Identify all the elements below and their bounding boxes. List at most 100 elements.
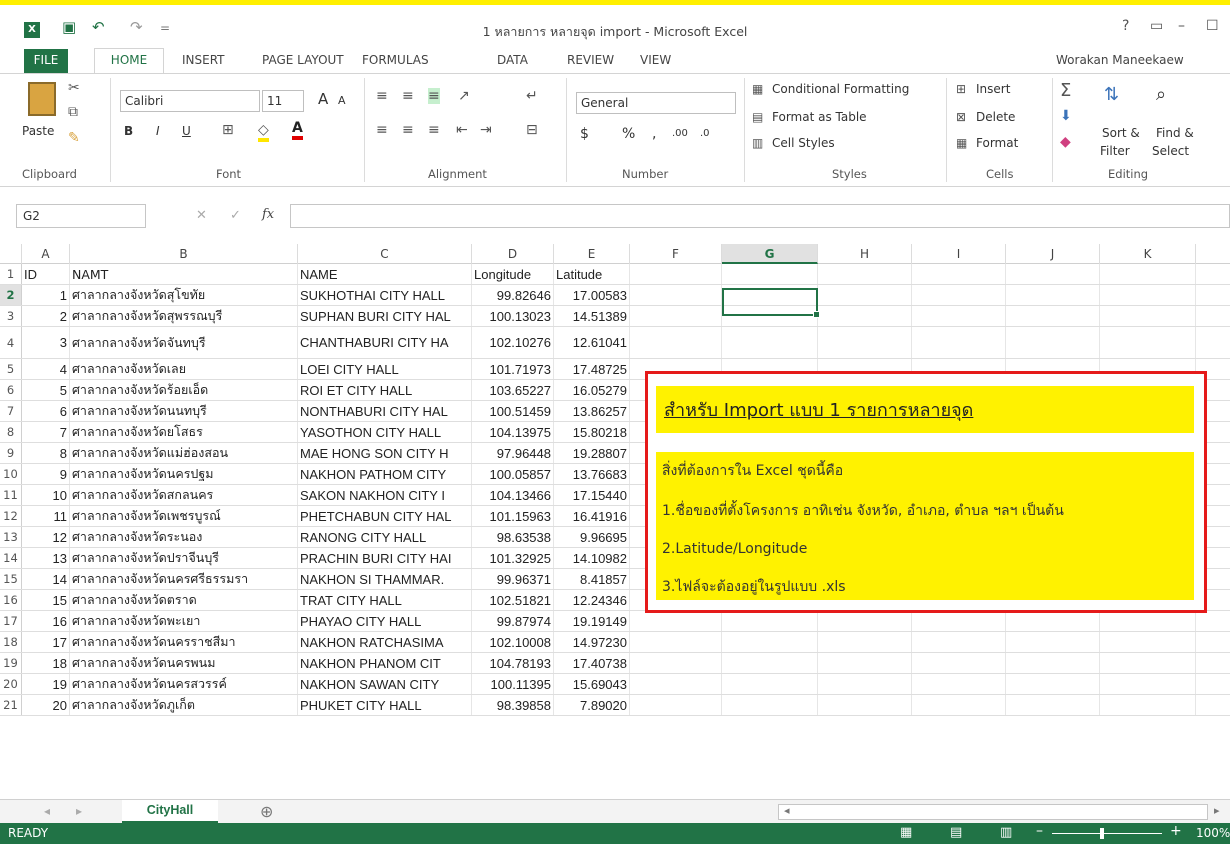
- empty-cell[interactable]: [630, 306, 722, 326]
- cell-a[interactable]: 17: [22, 632, 70, 652]
- cell-d[interactable]: 103.65227: [472, 380, 554, 400]
- cell-d[interactable]: 104.78193: [472, 653, 554, 673]
- zoom-slider[interactable]: [1052, 833, 1162, 834]
- orientation-icon[interactable]: ↗: [458, 88, 470, 104]
- empty-cell[interactable]: [1006, 327, 1100, 358]
- empty-cell[interactable]: [912, 674, 1006, 694]
- cell-b[interactable]: ศาลากลางจังหวัดจันทบุรี: [70, 327, 298, 358]
- cell-c[interactable]: PRACHIN BURI CITY HAI: [298, 548, 472, 568]
- increase-indent-icon[interactable]: ⇥: [480, 122, 492, 138]
- empty-cell[interactable]: [912, 306, 1006, 326]
- font-color-icon[interactable]: A: [292, 120, 303, 140]
- align-top-icon[interactable]: ≡: [376, 88, 388, 104]
- sort-filter-button[interactable]: Sort &: [1102, 126, 1140, 140]
- tab-home[interactable]: HOME: [94, 48, 164, 73]
- cell-c[interactable]: TRAT CITY HALL: [298, 590, 472, 610]
- cell-d[interactable]: 100.13023: [472, 306, 554, 326]
- cell-c[interactable]: NAKHON SI THAMMAR.: [298, 569, 472, 589]
- empty-cell[interactable]: [1100, 653, 1196, 673]
- tab-view[interactable]: VIEW: [640, 53, 671, 67]
- insert-function-icon[interactable]: fx: [262, 207, 274, 222]
- row-header[interactable]: 21: [0, 695, 22, 715]
- empty-cell[interactable]: [1006, 306, 1100, 326]
- row-header[interactable]: 19: [0, 653, 22, 673]
- cell-b[interactable]: ศาลากลางจังหวัดนนทบุรี: [70, 401, 298, 421]
- cell-d[interactable]: 100.51459: [472, 401, 554, 421]
- empty-cell[interactable]: [912, 327, 1006, 358]
- cell-d[interactable]: Longitude: [472, 264, 554, 284]
- cell-a[interactable]: 10: [22, 485, 70, 505]
- column-header-b[interactable]: B: [70, 244, 298, 264]
- cell-b[interactable]: NAMT: [70, 264, 298, 284]
- cell-styles-button[interactable]: Cell Styles: [772, 136, 835, 150]
- format-as-table-button[interactable]: Format as Table: [772, 110, 867, 124]
- tab-insert[interactable]: INSERT: [182, 53, 225, 67]
- empty-cell[interactable]: [630, 695, 722, 715]
- cell-c[interactable]: NONTHABURI CITY HAL: [298, 401, 472, 421]
- cell-d[interactable]: 102.10008: [472, 632, 554, 652]
- empty-cell[interactable]: [818, 327, 912, 358]
- italic-button[interactable]: I: [156, 124, 160, 138]
- cell-c[interactable]: NAKHON RATCHASIMA: [298, 632, 472, 652]
- cell-a[interactable]: 19: [22, 674, 70, 694]
- cell-c[interactable]: PHUKET CITY HALL: [298, 695, 472, 715]
- underline-button[interactable]: U: [182, 124, 191, 138]
- empty-cell[interactable]: [630, 264, 722, 284]
- empty-cell[interactable]: [818, 285, 912, 305]
- zoom-slider-thumb[interactable]: [1100, 828, 1104, 839]
- empty-cell[interactable]: [722, 264, 818, 284]
- tab-data[interactable]: DATA: [497, 53, 528, 67]
- empty-cell[interactable]: [1100, 632, 1196, 652]
- row-header[interactable]: 6: [0, 380, 22, 400]
- empty-cell[interactable]: [1006, 611, 1100, 631]
- empty-cell[interactable]: [1006, 695, 1100, 715]
- new-sheet-icon[interactable]: ⊕: [260, 802, 273, 821]
- column-header-c[interactable]: C: [298, 244, 472, 264]
- cell-b[interactable]: ศาลากลางจังหวัดนครพนม: [70, 653, 298, 673]
- merge-center-icon[interactable]: ⊟: [526, 122, 538, 138]
- row-header[interactable]: 7: [0, 401, 22, 421]
- cell-a[interactable]: 11: [22, 506, 70, 526]
- empty-cell[interactable]: [912, 695, 1006, 715]
- cell-c[interactable]: PHETCHABUN CITY HAL: [298, 506, 472, 526]
- row-header[interactable]: 18: [0, 632, 22, 652]
- delete-cells-button[interactable]: Delete: [976, 110, 1015, 124]
- cell-c[interactable]: SAKON NAKHON CITY I: [298, 485, 472, 505]
- row-header[interactable]: 15: [0, 569, 22, 589]
- column-header-g[interactable]: G: [722, 244, 818, 264]
- active-cell-g2[interactable]: [722, 288, 820, 318]
- cell-a[interactable]: 15: [22, 590, 70, 610]
- cell-b[interactable]: ศาลากลางจังหวัดนครสวรรค์: [70, 674, 298, 694]
- empty-cell[interactable]: [630, 285, 722, 305]
- cell-a[interactable]: ID: [22, 264, 70, 284]
- cell-a[interactable]: 3: [22, 327, 70, 358]
- page-break-view-icon[interactable]: ▥: [1000, 825, 1012, 840]
- row-header[interactable]: 14: [0, 548, 22, 568]
- cell-b[interactable]: ศาลากลางจังหวัดยโสธร: [70, 422, 298, 442]
- cell-d[interactable]: 102.10276: [472, 327, 554, 358]
- cut-icon[interactable]: ✂: [68, 80, 80, 96]
- cell-e[interactable]: 13.86257: [554, 401, 630, 421]
- zoom-out-icon[interactable]: –: [1036, 823, 1043, 839]
- empty-cell[interactable]: [912, 611, 1006, 631]
- ribbon-display-button[interactable]: ▭: [1150, 18, 1163, 34]
- empty-cell[interactable]: [818, 306, 912, 326]
- cell-b[interactable]: ศาลากลางจังหวัดสุโขทัย: [70, 285, 298, 305]
- row-header[interactable]: 13: [0, 527, 22, 547]
- row-header[interactable]: 4: [0, 327, 22, 358]
- font-name-box[interactable]: Calibri: [120, 90, 260, 112]
- cell-a[interactable]: 18: [22, 653, 70, 673]
- empty-cell[interactable]: [1100, 695, 1196, 715]
- scroll-right-icon[interactable]: ▸: [1214, 804, 1220, 817]
- cell-e[interactable]: 15.80218: [554, 422, 630, 442]
- cell-d[interactable]: 104.13975: [472, 422, 554, 442]
- bold-button[interactable]: B: [124, 124, 133, 138]
- cell-e[interactable]: 19.19149: [554, 611, 630, 631]
- align-right-icon[interactable]: ≡: [428, 122, 440, 138]
- empty-cell[interactable]: [818, 632, 912, 652]
- fill-color-icon[interactable]: ◇: [258, 122, 269, 142]
- format-painter-icon[interactable]: ✎: [68, 130, 80, 146]
- row-header[interactable]: 17: [0, 611, 22, 631]
- cell-d[interactable]: 99.87974: [472, 611, 554, 631]
- help-button[interactable]: ?: [1122, 18, 1129, 34]
